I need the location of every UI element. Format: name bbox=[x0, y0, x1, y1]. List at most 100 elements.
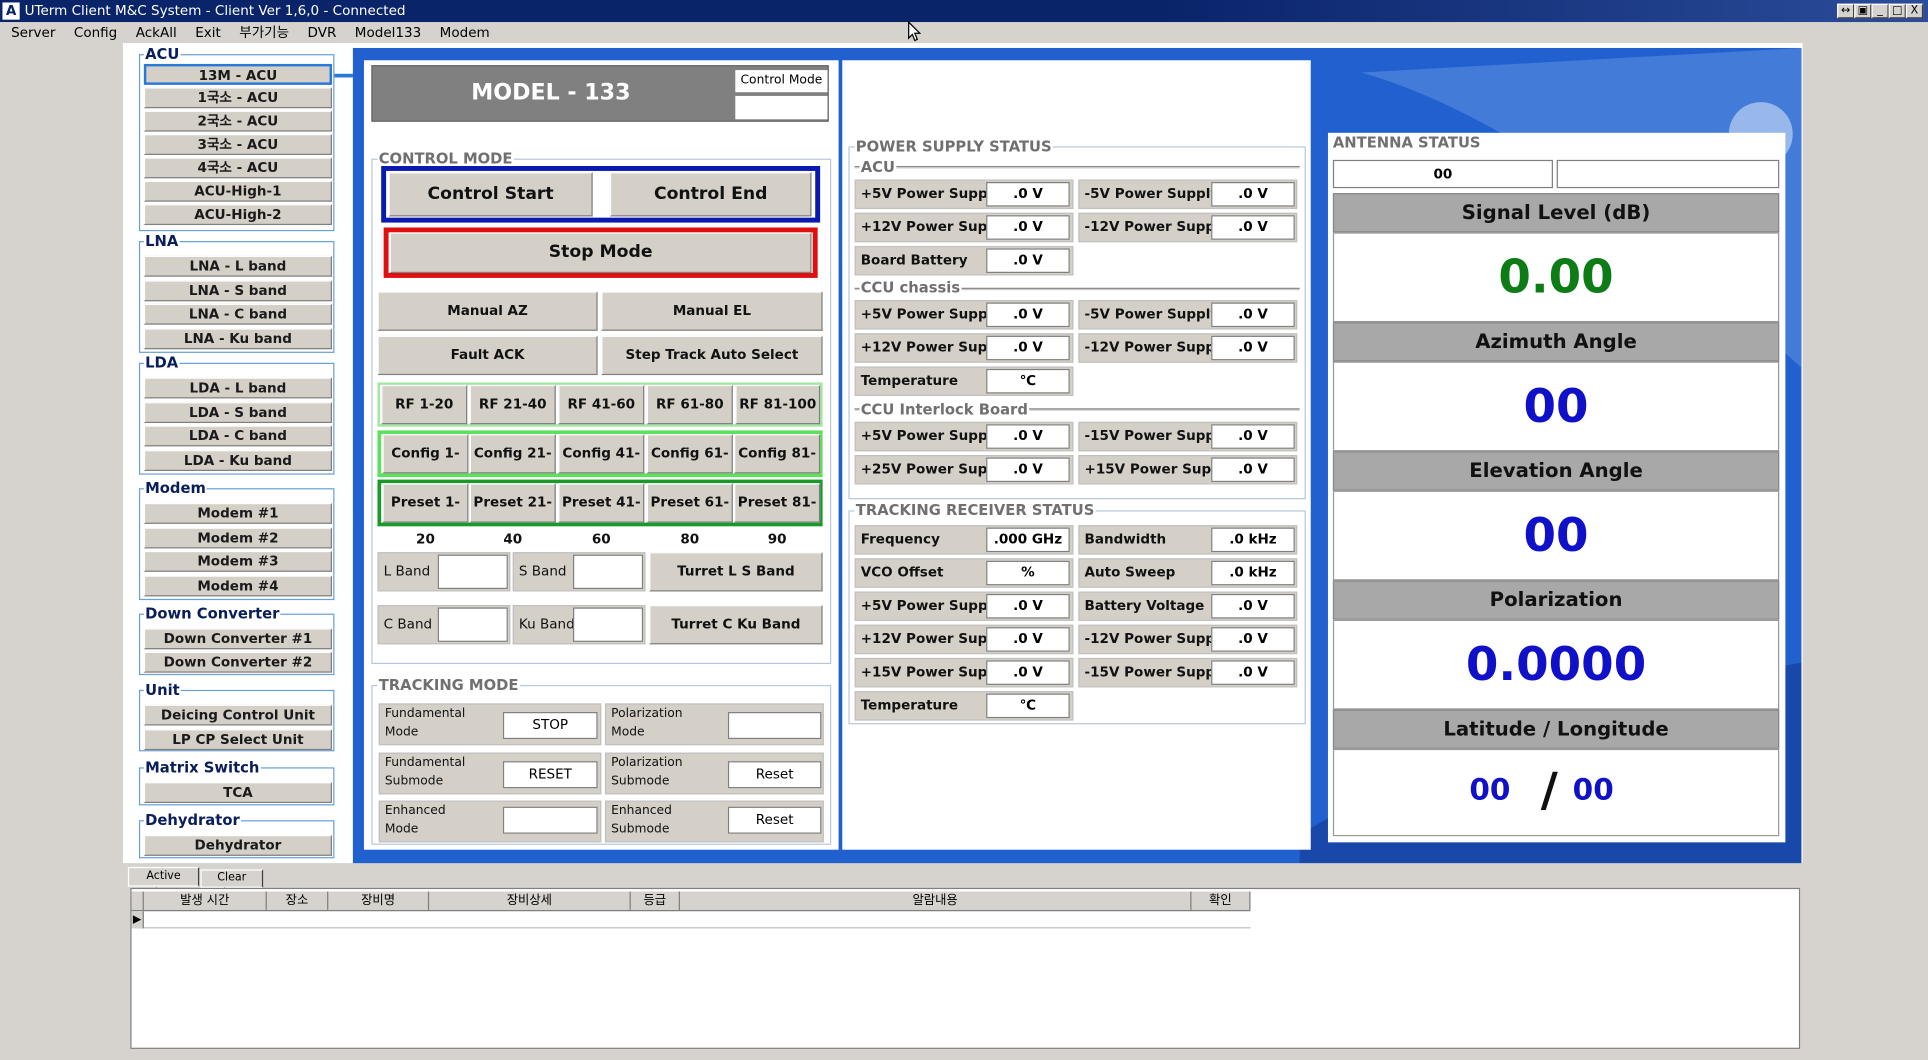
frequency-value: .000 GHz bbox=[986, 527, 1070, 553]
manual-el-button[interactable]: Manual EL bbox=[601, 291, 823, 331]
lna-l-button[interactable]: LNA - L band bbox=[143, 255, 332, 277]
col-occurred-time[interactable]: 발생 시간 bbox=[144, 891, 267, 910]
acu-high1-button[interactable]: ACU-High-1 bbox=[143, 180, 332, 202]
lda-ku-button[interactable]: LDA - Ku band bbox=[143, 450, 332, 471]
config-81-100-button[interactable]: Config 81-100 bbox=[734, 434, 821, 498]
acu-site4-button[interactable]: 4국소 - ACU bbox=[143, 157, 332, 179]
alarm-grid[interactable]: 발생 시간 장소 장비명 장비상세 등급 알람내용 확인 ▶ bbox=[130, 887, 1801, 1049]
col-confirm[interactable]: 확인 bbox=[1191, 891, 1251, 910]
preset-21-40-button[interactable]: Preset 21-40 bbox=[469, 483, 556, 547]
col-grade[interactable]: 등급 bbox=[631, 891, 680, 910]
menu-server[interactable]: Server bbox=[4, 22, 55, 43]
active-alarm-tab[interactable]: Active Alarm bbox=[127, 866, 200, 900]
lda-l-button[interactable]: LDA - L band bbox=[143, 377, 332, 399]
ccu-subtitle: CCU chassis bbox=[859, 279, 962, 297]
lda-c-button[interactable]: LDA - C band bbox=[143, 425, 332, 447]
acu-site1-button[interactable]: 1국소 - ACU bbox=[143, 87, 332, 109]
tca-button[interactable]: TCA bbox=[143, 782, 332, 803]
acu-subtitle: ACU bbox=[859, 158, 897, 176]
acu-site2-button[interactable]: 2국소 - ACU bbox=[143, 110, 332, 132]
config-1-20-button[interactable]: Config 1-20 bbox=[382, 434, 469, 498]
menu-modem[interactable]: Modem bbox=[432, 22, 490, 43]
menu-model133[interactable]: Model133 bbox=[347, 22, 421, 43]
group-title: Modem bbox=[143, 479, 208, 497]
col-equipment-detail[interactable]: 장비상세 bbox=[429, 891, 631, 910]
group-modem: Modem Modem #1 Modem #2 Modem #3 Modem #… bbox=[138, 479, 335, 601]
preset-81-90-button[interactable]: Preset 81-90 bbox=[734, 483, 821, 547]
modem1-button[interactable]: Modem #1 bbox=[143, 502, 332, 524]
rf-41-60-button[interactable]: RF 41-60 bbox=[558, 384, 645, 425]
rf-1-20-button[interactable]: RF 1-20 bbox=[381, 384, 468, 425]
config-41-60-button[interactable]: Config 41-60 bbox=[558, 434, 645, 498]
acu-13m-button[interactable]: 13M - ACU bbox=[143, 63, 332, 85]
clear-alarm-tab[interactable]: Clear Alarm bbox=[200, 869, 264, 900]
col-alarm-content[interactable]: 알람내용 bbox=[680, 891, 1192, 910]
tile-icon[interactable]: ▣ bbox=[1854, 3, 1872, 19]
preset-61-80-button[interactable]: Preset 61-80 bbox=[646, 483, 733, 547]
turret-cku-button[interactable]: Turret C Ku Band bbox=[649, 605, 823, 645]
turret-ls-button[interactable]: Turret L S Band bbox=[649, 552, 823, 592]
alarm-empty-row[interactable]: ▶ bbox=[131, 911, 1251, 929]
down-converter2-button[interactable]: Down Converter #2 bbox=[143, 651, 332, 673]
menu-ackall[interactable]: AckAll bbox=[128, 22, 177, 43]
menu-exit[interactable]: Exit bbox=[188, 22, 221, 43]
fault-ack-button[interactable]: Fault ACK bbox=[377, 335, 598, 376]
minimize-icon[interactable]: _ bbox=[1871, 3, 1889, 19]
control-start-button[interactable]: Control Start bbox=[388, 172, 593, 217]
acu-12v-value: .0 V bbox=[986, 215, 1070, 240]
lpcp-select-button[interactable]: LP CP Select Unit bbox=[143, 729, 332, 751]
rf-81-100-button[interactable]: RF 81-100 bbox=[735, 384, 821, 425]
trx-12v-value: .0 V bbox=[986, 627, 1070, 652]
restore-mdi-icon[interactable]: ↔ bbox=[1837, 3, 1855, 19]
down-converter1-button[interactable]: Down Converter #1 bbox=[143, 628, 332, 650]
enhanced-submode-value[interactable]: Reset bbox=[727, 806, 822, 834]
close-icon[interactable]: X bbox=[1905, 3, 1924, 19]
fundamental-mode-value[interactable]: STOP bbox=[502, 711, 598, 740]
config-21-40-button[interactable]: Config 21-40 bbox=[469, 434, 556, 498]
acu-high2-button[interactable]: ACU-High-2 bbox=[143, 204, 332, 226]
latitude-value: 00 bbox=[1469, 772, 1511, 807]
lda-s-button[interactable]: LDA - S band bbox=[143, 402, 332, 424]
trx-5v-value: .0 V bbox=[986, 593, 1070, 619]
rf-21-40-button[interactable]: RF 21-40 bbox=[469, 384, 556, 425]
modem3-button[interactable]: Modem #3 bbox=[143, 550, 332, 572]
s-band-field[interactable] bbox=[572, 554, 644, 590]
signal-level-header: Signal Level (dB) bbox=[1332, 193, 1780, 233]
menu-config[interactable]: Config bbox=[66, 22, 117, 43]
board-battery-value: .0 V bbox=[986, 248, 1070, 273]
lna-ku-button[interactable]: LNA - Ku band bbox=[143, 328, 332, 350]
menu-dvr[interactable]: DVR bbox=[300, 22, 337, 43]
longitude-value: 00 bbox=[1572, 772, 1614, 807]
enhanced-mode-value[interactable] bbox=[502, 806, 598, 834]
config-61-80-button[interactable]: Config 61-80 bbox=[646, 434, 733, 498]
manual-az-button[interactable]: Manual AZ bbox=[377, 291, 598, 331]
group-title: LDA bbox=[143, 354, 180, 372]
group-lna: LNA LNA - L band LNA - S band LNA - C ba… bbox=[138, 232, 335, 353]
lna-s-button[interactable]: LNA - S band bbox=[143, 280, 332, 302]
dehydrator-button[interactable]: Dehydrator bbox=[143, 834, 332, 856]
preset-41-60-button[interactable]: Preset 41-60 bbox=[558, 483, 645, 547]
lna-c-button[interactable]: LNA - C band bbox=[143, 303, 332, 325]
fundamental-submode-value[interactable]: RESET bbox=[502, 761, 598, 789]
step-track-button[interactable]: Step Track Auto Select bbox=[601, 335, 823, 376]
polarization-mode-value[interactable] bbox=[727, 711, 822, 740]
stop-mode-button[interactable]: Stop Mode bbox=[389, 232, 812, 273]
preset-1-20-button[interactable]: Preset 1-20 bbox=[382, 483, 469, 547]
deicing-control-button[interactable]: Deicing Control Unit bbox=[143, 704, 332, 726]
polarization-value: 0.0000 bbox=[1332, 619, 1780, 710]
rf-61-80-button[interactable]: RF 61-80 bbox=[646, 384, 733, 425]
acu-site3-button[interactable]: 3국소 - ACU bbox=[143, 134, 332, 155]
modem4-button[interactable]: Modem #4 bbox=[143, 575, 332, 597]
app-logo-icon: A bbox=[2, 2, 20, 20]
interlock-15v-value: .0 V bbox=[1211, 457, 1295, 483]
c-band-field[interactable] bbox=[437, 607, 508, 642]
modem2-button[interactable]: Modem #2 bbox=[143, 527, 332, 549]
ku-band-field[interactable] bbox=[572, 607, 644, 642]
control-end-button[interactable]: Control End bbox=[609, 172, 812, 217]
col-equipment-name[interactable]: 장비명 bbox=[328, 891, 430, 910]
polarization-submode-value[interactable]: Reset bbox=[727, 761, 822, 789]
maximize-icon[interactable]: □ bbox=[1888, 3, 1906, 19]
l-band-field[interactable] bbox=[437, 554, 508, 590]
col-location[interactable]: 장소 bbox=[267, 891, 329, 910]
menu-extra[interactable]: 부가기능 bbox=[232, 22, 289, 43]
